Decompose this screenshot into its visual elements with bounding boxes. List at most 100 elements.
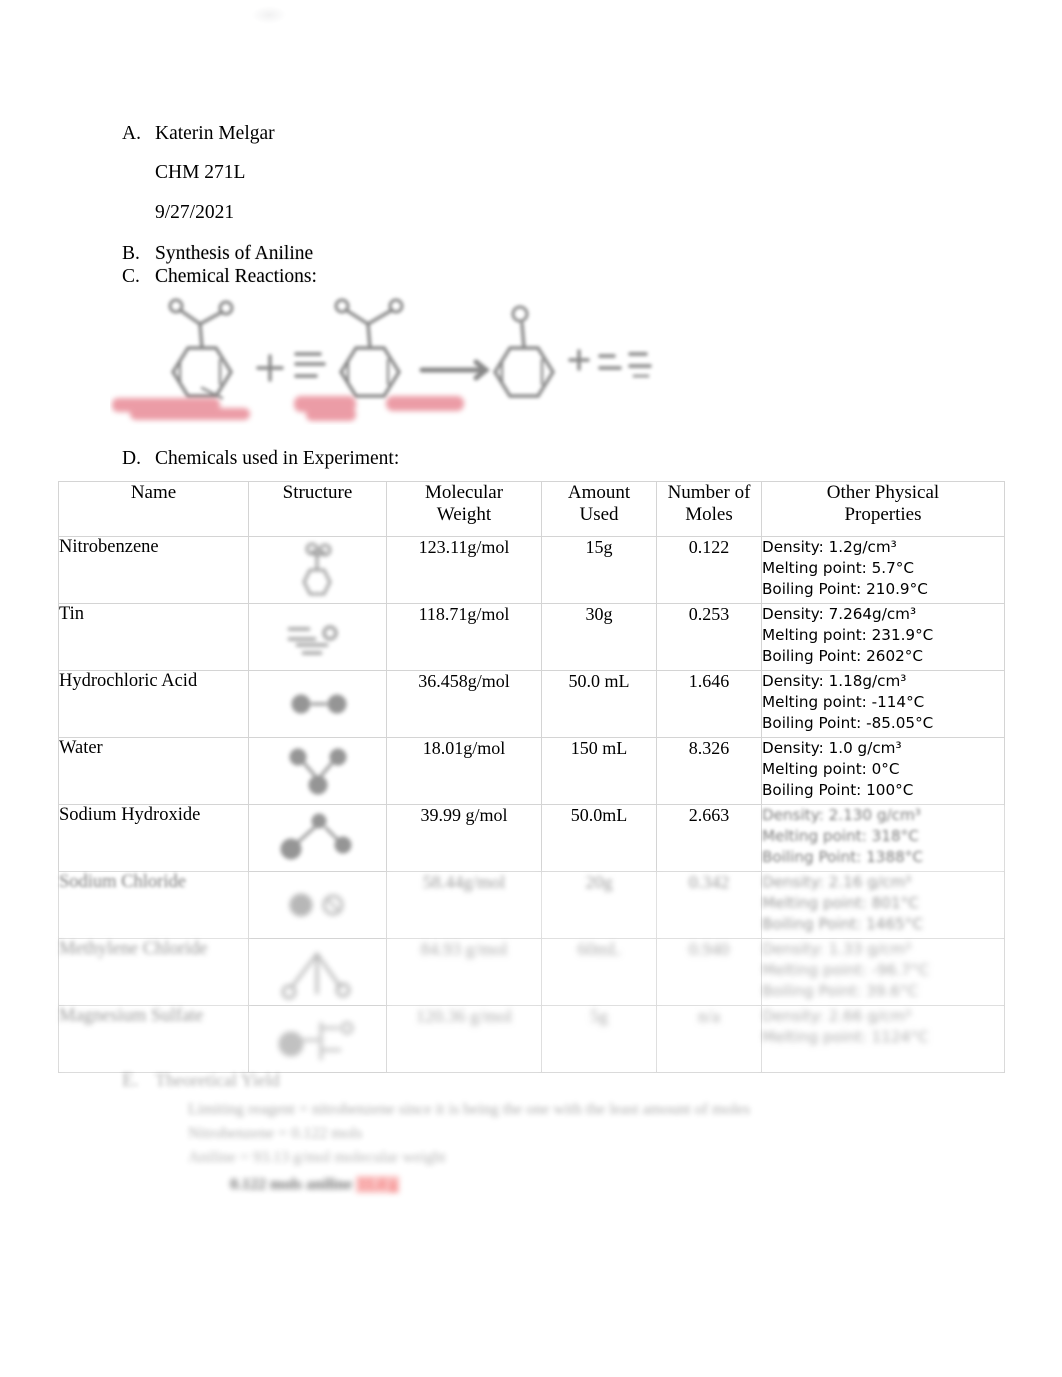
property-density: Density: 2.66 g/cm³ [762, 1007, 912, 1025]
chemical-molecular-weight: 36.458g/mol [386, 670, 542, 738]
chemical-moles: 0.342 [656, 871, 762, 939]
property-boiling-point: Boiling Point: 39.6°C [762, 982, 919, 1001]
chemical-molecular-weight: 18.01g/mol [386, 737, 542, 805]
chemical-structure-cell [248, 737, 387, 805]
chemical-reactions-label: Chemical Reactions: [155, 265, 317, 287]
column-header-structure-line1: Structure [282, 482, 353, 503]
chemical-properties: Density: 1.18g/cm³ Melting point: -114°C… [761, 670, 1005, 738]
document-page: A. Katerin Melgar CHM 271L 9/27/2021 B. … [0, 0, 1062, 1377]
property-boiling-point: Boiling Point: 210.9°C [762, 580, 928, 599]
chemical-molecular-weight: 118.71g/mol [386, 603, 542, 671]
column-header-moles-line2: Moles [685, 504, 733, 526]
yield-calculation-red: 11.4 g [356, 1176, 400, 1193]
chemical-amount-used: 50.0mL [541, 804, 657, 872]
column-header-name-line1: Name [130, 482, 177, 503]
column-header-structure: Structure [248, 481, 387, 537]
page-top-artifact [252, 6, 286, 24]
chemical-name: Water [58, 737, 249, 805]
chemical-amount-used: 50.0 mL [541, 670, 657, 738]
note-item: Limiting reagent = nitrobenzene since it… [188, 1101, 751, 1118]
outline-list: A. Katerin Melgar CHM 271L 9/27/2021 B. … [122, 123, 822, 287]
chemicals-section-heading: D. Chemicals used in Experiment: [122, 448, 399, 470]
column-header-moles-line1: Number of [667, 482, 751, 503]
chemical-properties: Density: 2.16 g/cm³ Melting point: 801°C… [761, 871, 1005, 939]
column-header-molecular-weight: Molecular Weight [386, 481, 542, 537]
chemical-molecular-weight: 58.44g/mol [386, 871, 542, 939]
experiment-title: Synthesis of Aniline [155, 243, 314, 265]
outline-marker-e: E. [122, 1070, 139, 1091]
chemical-structure-cell [248, 804, 387, 872]
chemical-properties: Density: 2.66 g/cm³ Melting point: 1124°… [761, 1005, 1005, 1073]
chemical-name: Sodium Chloride [58, 871, 249, 939]
property-melting-point: Melting point: -114°C [762, 693, 925, 712]
property-melting-point: Melting point: -96.7°C [762, 961, 930, 980]
column-header-name: Name [58, 481, 249, 537]
table-row: Sodium Hydroxide 39.99 g/mol 50.0mL 2.66… [58, 804, 1005, 872]
chemical-amount-used: 30g [541, 603, 657, 671]
property-melting-point: Melting point: 0°C [762, 760, 900, 779]
property-density: Density: 2.16 g/cm³ [762, 873, 912, 891]
report-date: 9/27/2021 [155, 202, 235, 224]
chemical-moles: 8.326 [656, 737, 762, 805]
table-row: Hydrochloric Acid 36.458g/mol 50.0 mL 1.… [58, 670, 1005, 738]
property-melting-point: Melting point: 801°C [762, 894, 919, 913]
property-boiling-point: Boiling Point: 2602°C [762, 647, 923, 666]
column-header-props-line2: Properties [844, 504, 922, 526]
outline-item-b: B. Synthesis of Aniline [122, 243, 822, 265]
chemical-name: Tin [58, 603, 249, 671]
yield-calculation-black: 0.122 mols aniline [230, 1176, 353, 1193]
chemicals-section-label: Chemicals used in Experiment: [155, 448, 400, 469]
hydrochloric-acid-structure-icon [291, 694, 346, 714]
course-code: CHM 271L [155, 162, 246, 184]
column-header-amount-line2: Used [579, 504, 619, 526]
chemical-moles: n/a [656, 1005, 762, 1073]
column-header-mw-line1: Molecular [424, 482, 504, 503]
sodium-hydroxide-structure-icon [280, 813, 351, 860]
chemical-name: Hydrochloric Acid [58, 670, 249, 738]
chemical-properties: Density: 2.130 g/cm³ Melting point: 318°… [761, 804, 1005, 872]
reaction-scheme-drawing [112, 298, 652, 421]
chemical-properties: Density: 1.2g/cm³ Melting point: 5.7°C B… [761, 536, 1005, 604]
chemical-properties: Density: 1.0 g/cm³ Melting point: 0°C Bo… [761, 737, 1005, 805]
outline-marker-d: D. [122, 448, 141, 469]
outline-item-e: E. Theoretical Yield [122, 1070, 922, 1092]
theoretical-yield-section: E. Theoretical Yield Limiting reagent = … [122, 1070, 922, 1194]
property-melting-point: Melting point: 231.9°C [762, 626, 934, 645]
table-row: Methylene Chloride 84.93 g/mol 60mL 0.94… [58, 938, 1005, 1006]
outline-item-a: A. Katerin Melgar [122, 123, 822, 144]
property-density: Density: 1.33 g/cm³ [762, 940, 912, 958]
chemical-structure-cell [248, 938, 387, 1006]
outline-marker-b: B. [122, 243, 140, 265]
methylene-chloride-structure-icon [281, 951, 350, 1000]
outline-item-c: C. Chemical Reactions: [122, 265, 822, 287]
chemical-moles: 1.646 [656, 670, 762, 738]
chemical-moles: 0.940 [656, 938, 762, 1006]
table-row: Sodium Chloride 58.44g/mol 20g 0.342 Den… [58, 871, 1005, 939]
chemical-structure-cell [248, 603, 387, 671]
chemical-amount-used: 5g [541, 1005, 657, 1073]
chemical-name: Methylene Chloride [58, 938, 249, 1006]
chemical-name: Sodium Hydroxide [58, 804, 249, 872]
table-row: Water 18.01g/mol 150 mL 8.326 Density: 1… [58, 737, 1005, 805]
chemical-amount-used: 60mL [541, 938, 657, 1006]
property-boiling-point: Boiling Point: 1388°C [762, 848, 923, 867]
chemical-name: Magnesium Sulfate [58, 1005, 249, 1073]
property-density: Density: 7.264g/cm³ [762, 605, 917, 623]
chemical-structure-cell [248, 536, 387, 604]
table-header-row: Name Structure Molecular Weight Amount U… [58, 481, 1005, 537]
tin-structure-icon [287, 625, 337, 655]
chemical-properties: Density: 7.264g/cm³ Melting point: 231.9… [761, 603, 1005, 671]
chemical-molecular-weight: 120.36 g/mol [386, 1005, 542, 1073]
property-boiling-point: Boiling Point: 100°C [762, 781, 914, 800]
chemical-amount-used: 150 mL [541, 737, 657, 805]
property-melting-point: Melting point: 1124°C [762, 1028, 929, 1047]
chemical-structure-cell [248, 871, 387, 939]
chemical-moles: 2.663 [656, 804, 762, 872]
chemical-name: Nitrobenzene [58, 536, 249, 604]
column-header-mw-line2: Weight [436, 504, 492, 526]
chemical-reaction-scheme [110, 290, 655, 425]
magnesium-sulfate-structure-icon [278, 1021, 353, 1060]
column-header-other-properties: Other Physical Properties [761, 481, 1005, 537]
column-header-amount-used: Amount Used [541, 481, 657, 537]
property-melting-point: Melting point: 5.7°C [762, 559, 914, 578]
